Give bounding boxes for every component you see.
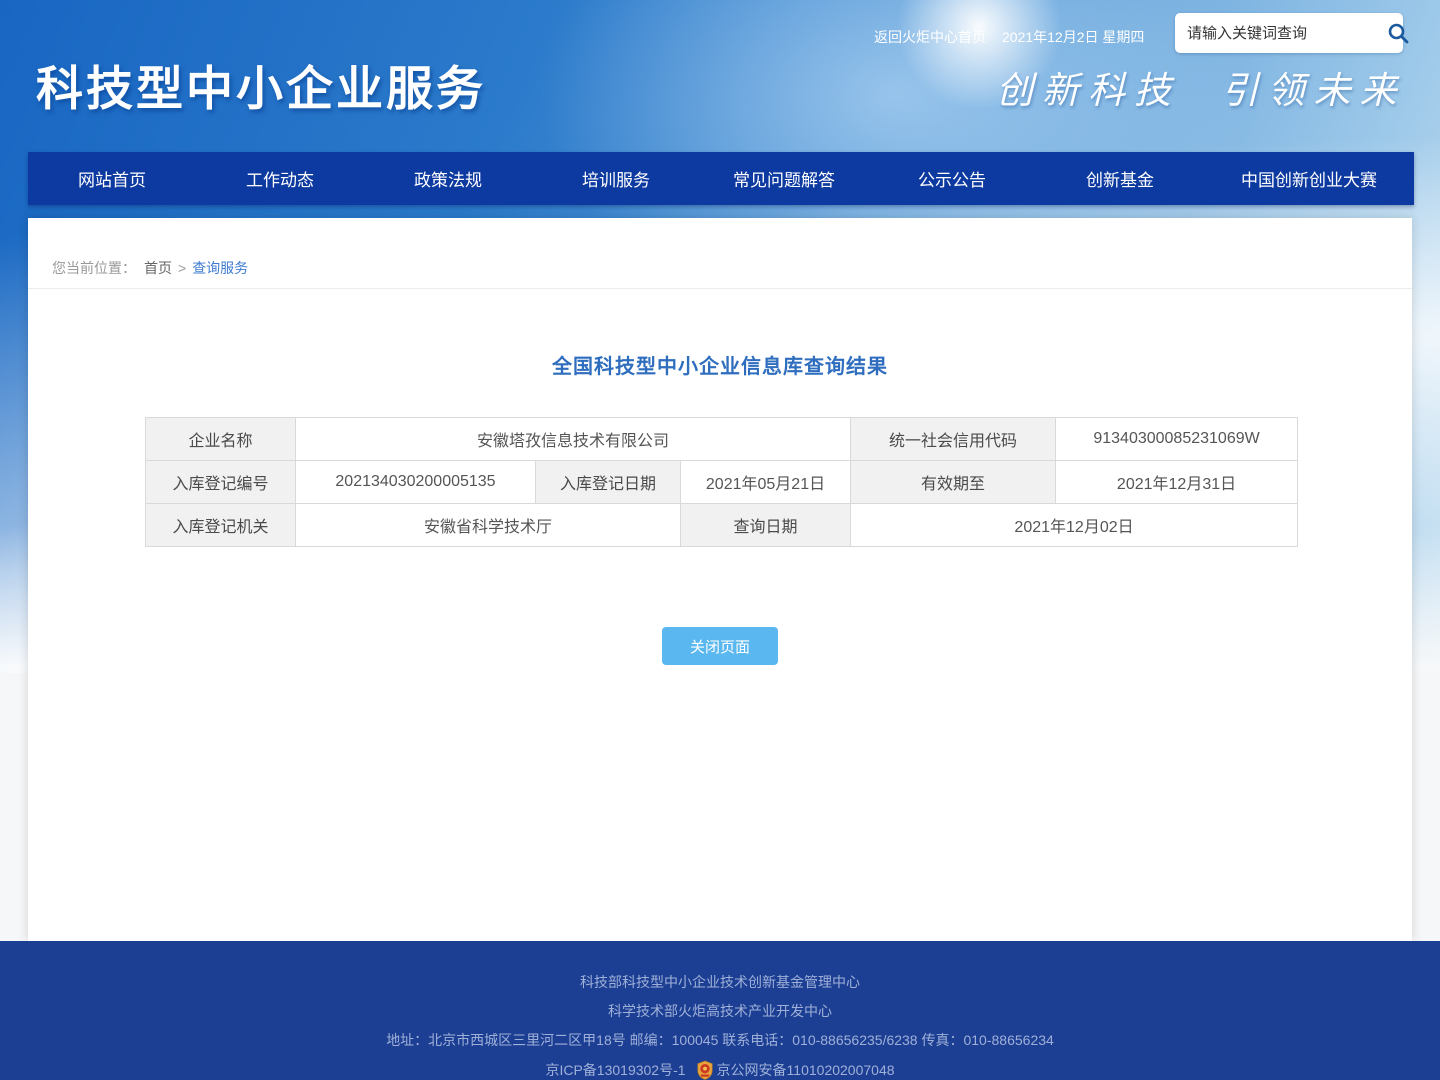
- nav-item-faq[interactable]: 常见问题解答: [700, 152, 868, 205]
- page-footer: 科技部科技型中小企业技术创新基金管理中心 科学技术部火炬高技术产业开发中心 地址…: [0, 941, 1440, 1080]
- site-logo[interactable]: 科技型中小企业服务: [36, 50, 486, 119]
- query-result-table: 企业名称 安徽塔孜信息技术有限公司 统一社会信用代码 9134030008523…: [145, 417, 1298, 547]
- table-row-registration: 入库登记编号 202134030200005135 入库登记日期 2021年05…: [146, 461, 1298, 504]
- reg-authority-label: 入库登记机关: [146, 504, 296, 547]
- public-security-record-link[interactable]: 京公网安备11010202007048: [717, 1062, 895, 1078]
- search-box[interactable]: [1175, 13, 1403, 53]
- footer-org-line-2: 科学技术部火炬高技术产业开发中心: [0, 1002, 1440, 1020]
- credit-code-label: 统一社会信用代码: [851, 418, 1056, 461]
- close-page-button[interactable]: 关闭页面: [662, 627, 778, 665]
- reg-date-value: 2021年05月21日: [681, 461, 851, 504]
- search-icon[interactable]: [1386, 20, 1410, 46]
- footer-registration-line: 京ICP备13019302号-1 京公网安备11010202007048: [0, 1060, 1440, 1080]
- search-input[interactable]: [1187, 25, 1386, 42]
- valid-until-label: 有效期至: [851, 461, 1056, 504]
- footer-address-line: 地址：北京市西城区三里河二区甲18号 邮编：100045 联系电话：010-88…: [0, 1031, 1440, 1049]
- breadcrumb-divider: [28, 288, 1412, 289]
- site-slogan: 创新科技 引领未来: [996, 60, 1406, 114]
- main-nav: 网站首页 工作动态 政策法规 培训服务 常见问题解答 公示公告 创新基金 中国创…: [28, 152, 1414, 205]
- breadcrumb: 您当前位置： 首页 > 查询服务: [52, 258, 248, 278]
- company-name-label: 企业名称: [146, 418, 296, 461]
- current-date: 2021年12月2日 星期四: [1002, 27, 1144, 47]
- nav-item-innovation-fund[interactable]: 创新基金: [1036, 152, 1204, 205]
- breadcrumb-home-link[interactable]: 首页: [144, 260, 172, 276]
- footer-org-line-1: 科技部科技型中小企业技术创新基金管理中心: [0, 941, 1440, 991]
- icp-record-link[interactable]: 京ICP备13019302号-1: [545, 1062, 685, 1078]
- page: 科技型中小企业服务 返回火炬中心首页 2021年12月2日 星期四 创新科技 引…: [0, 0, 1440, 1080]
- reg-date-label: 入库登记日期: [536, 461, 681, 504]
- breadcrumb-separator: >: [178, 260, 186, 276]
- query-date-label: 查询日期: [681, 504, 851, 547]
- breadcrumb-prefix: 您当前位置：: [52, 260, 136, 276]
- page-title: 全国科技型中小企业信息库查询结果: [28, 350, 1412, 379]
- valid-until-value: 2021年12月31日: [1056, 461, 1298, 504]
- nav-item-home[interactable]: 网站首页: [28, 152, 196, 205]
- reg-authority-value: 安徽省科学技术厅: [296, 504, 681, 547]
- reg-number-label: 入库登记编号: [146, 461, 296, 504]
- nav-item-announcements[interactable]: 公示公告: [868, 152, 1036, 205]
- nav-item-competition[interactable]: 中国创新创业大赛: [1204, 152, 1414, 205]
- table-row-authority: 入库登记机关 安徽省科学技术厅 查询日期 2021年12月02日: [146, 504, 1298, 547]
- breadcrumb-current-link[interactable]: 查询服务: [192, 260, 248, 276]
- reg-number-value: 202134030200005135: [296, 461, 536, 504]
- credit-code-value: 91340300085231069W: [1056, 418, 1298, 461]
- query-date-value: 2021年12月02日: [851, 504, 1298, 547]
- back-to-torch-center-link[interactable]: 返回火炬中心首页: [874, 27, 986, 47]
- content-card: 您当前位置： 首页 > 查询服务 全国科技型中小企业信息库查询结果 企业名称 安徽塔孜…: [28, 218, 1412, 941]
- nav-item-policies[interactable]: 政策法规: [364, 152, 532, 205]
- police-emblem-icon: [696, 1060, 714, 1080]
- company-name-value: 安徽塔孜信息技术有限公司: [296, 418, 851, 461]
- nav-item-work-news[interactable]: 工作动态: [196, 152, 364, 205]
- table-row-company: 企业名称 安徽塔孜信息技术有限公司 统一社会信用代码 9134030008523…: [146, 418, 1298, 461]
- nav-item-training[interactable]: 培训服务: [532, 152, 700, 205]
